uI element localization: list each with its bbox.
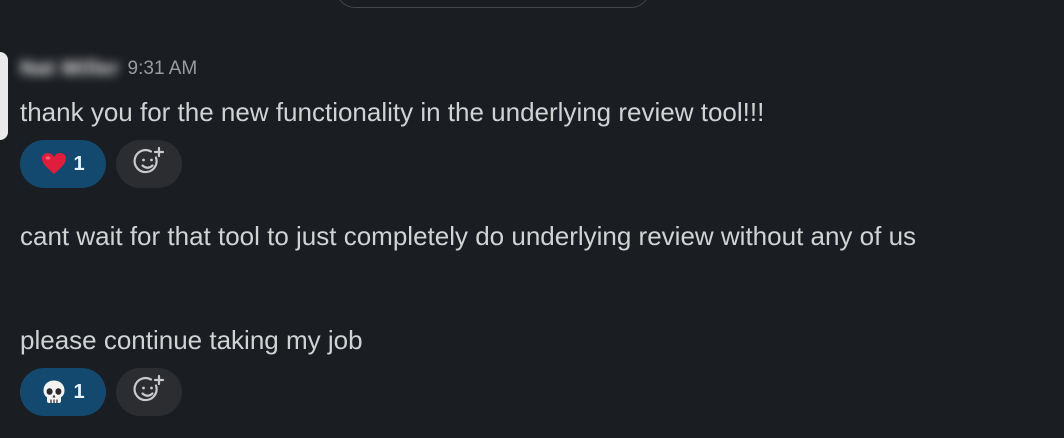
skull-icon [41,379,67,405]
add-emoji-icon [132,145,166,184]
avatar[interactable] [0,52,8,140]
sender-name[interactable]: Nat Miller [20,57,120,81]
add-emoji-icon [132,373,166,412]
message-timestamp[interactable]: 9:31 AM [128,58,198,80]
reaction-heart-button[interactable]: 1 [20,140,106,188]
message-header: Nat Miller 9:31 AM [20,54,197,84]
reaction-skull-button[interactable]: 1 [20,368,106,416]
date-divider[interactable] [336,0,650,8]
message-pane: Nat Miller 9:31 AM thank you for the new… [0,0,1064,438]
reaction-count: 1 [73,380,85,403]
heart-icon [41,152,67,176]
reaction-count: 1 [73,152,85,175]
message-text: cant wait for that tool to just complete… [20,221,917,251]
add-reaction-button[interactable] [116,368,182,416]
add-reaction-button[interactable] [116,140,182,188]
reaction-bar: 1 [20,368,182,416]
message-text: please continue taking my job [20,325,363,355]
message-text: thank you for the new functionality in t… [20,97,765,127]
reaction-bar: 1 [20,140,182,188]
